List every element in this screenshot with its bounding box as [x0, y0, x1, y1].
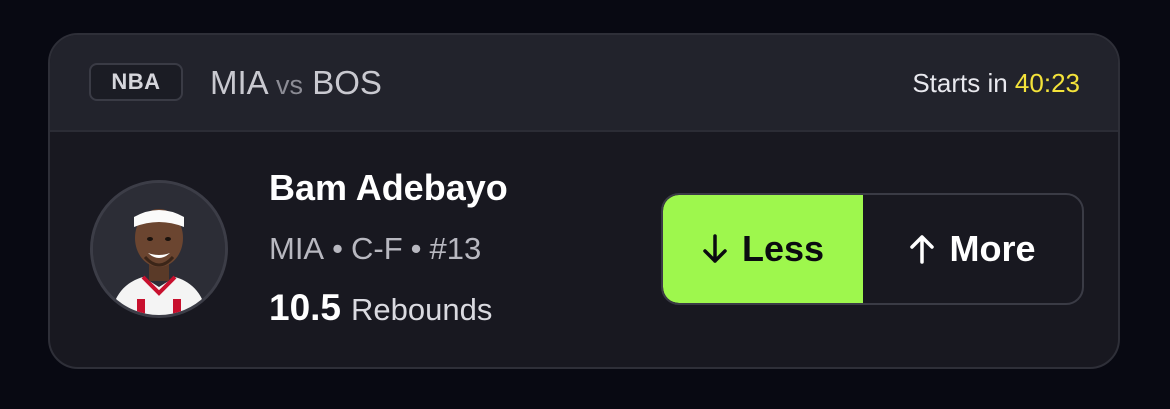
line-value: 10.5 [269, 287, 342, 328]
arrow-up-icon [909, 233, 935, 265]
start-countdown: Starts in 40:23 [912, 65, 1080, 101]
player-meta: MIA • C-F • #13 [269, 231, 481, 267]
stat-type: Rebounds [351, 292, 493, 327]
meta-separator: • [410, 231, 422, 266]
more-button[interactable]: More [863, 195, 1082, 303]
less-button[interactable]: Less [663, 195, 863, 303]
matchup-title: MIA vs BOS [210, 63, 382, 105]
league-badge: NBA [89, 63, 183, 101]
starts-label: Starts in [912, 68, 1008, 98]
player-avatar [90, 180, 228, 318]
home-team: MIA [210, 64, 267, 101]
card-header: NBA MIA vs BOS Starts in 40:23 [50, 35, 1118, 132]
player-number: #13 [429, 231, 482, 266]
player-position: C-F [350, 231, 403, 266]
player-photo [93, 183, 225, 315]
less-label: Less [741, 228, 825, 269]
countdown-time: 40:23 [1014, 68, 1080, 98]
pick-toggle: Less More [661, 193, 1084, 305]
player-name: Bam Adebayo [269, 167, 508, 208]
projection-line: 10.5 Rebounds [269, 288, 492, 336]
more-label: More [949, 228, 1036, 269]
meta-separator: • [332, 231, 343, 266]
away-team: BOS [312, 64, 382, 101]
projection-card: NBA MIA vs BOS Starts in 40:23 Bam Adeba… [48, 33, 1120, 369]
arrow-down-icon [702, 233, 728, 265]
player-team: MIA [269, 231, 325, 266]
vs-label: vs [276, 70, 304, 100]
